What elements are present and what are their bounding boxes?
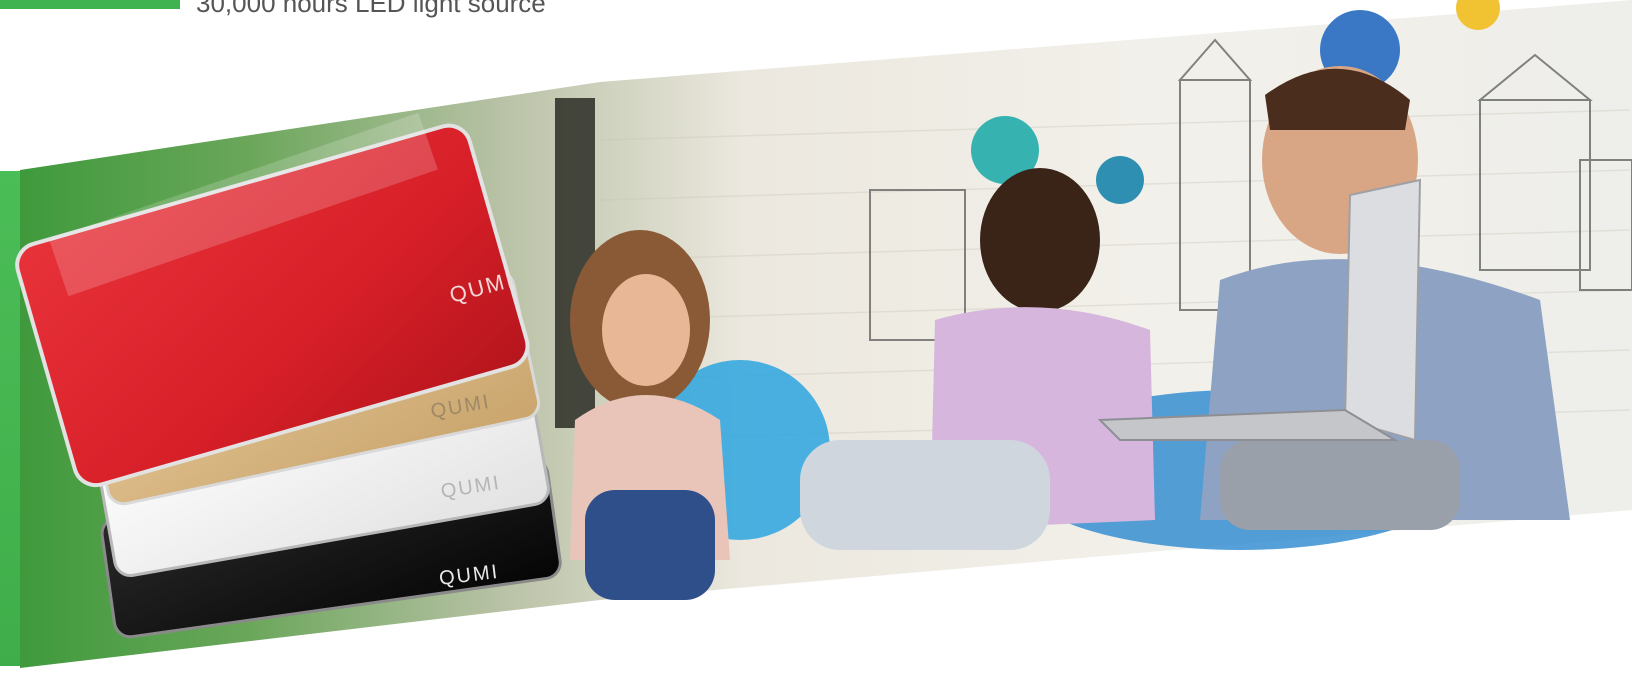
hero-banner: QUMI QUMI QUMI QUMI xyxy=(15,0,1632,668)
